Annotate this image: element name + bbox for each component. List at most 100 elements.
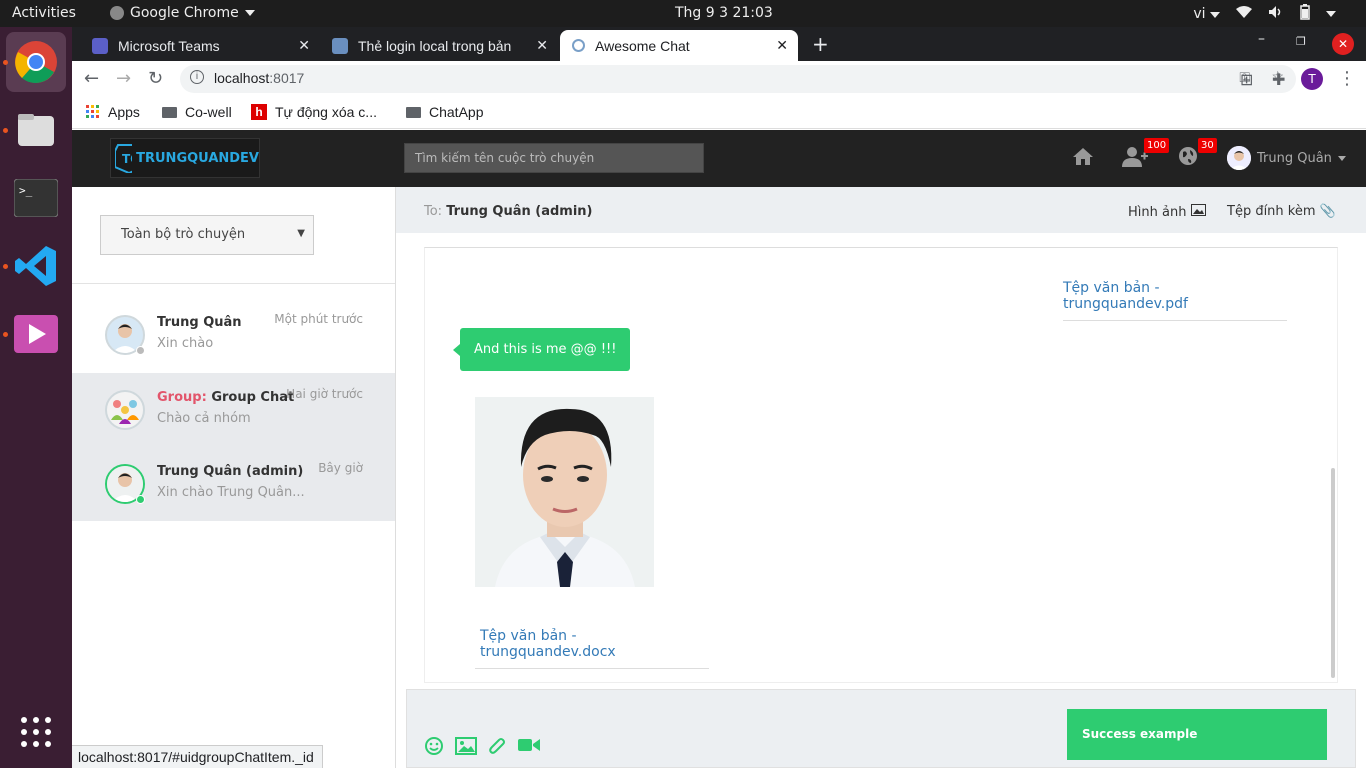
dock-vscode[interactable] xyxy=(6,236,66,296)
tab-microsoft-teams[interactable]: Microsoft Teams ✕ xyxy=(80,30,320,61)
caret-down-icon xyxy=(1337,155,1346,161)
info-icon[interactable]: i xyxy=(190,70,204,84)
chat-panel: To: Trung Quân (admin) Hình ảnh Tệp đính… xyxy=(396,187,1366,768)
status-bar-url: localhost:8017/#uidgroupChatItem._id xyxy=(72,745,323,768)
address-bar[interactable]: i localhost:8017 ⚿ ☆ xyxy=(180,65,1296,93)
conversation-item[interactable]: Trung Quân Một phút trước Xin chào xyxy=(72,298,395,372)
system-tray[interactable]: vi xyxy=(1193,4,1336,24)
site-logo[interactable]: TQ TRUNGQUANDEV xyxy=(110,138,260,178)
bookmarks-bar: Apps Co-well h Tự động xóa c... ChatApp xyxy=(72,97,1366,129)
profile-avatar[interactable]: T xyxy=(1301,68,1323,90)
running-indicator xyxy=(3,128,8,133)
dock-chrome[interactable] xyxy=(6,32,66,92)
group-label: Group: xyxy=(157,390,207,405)
svg-text:TQ: TQ xyxy=(122,152,132,166)
conversation-preview: Xin chào Trung Quân... xyxy=(157,485,305,500)
activities-button[interactable]: Activities xyxy=(12,5,76,21)
close-icon[interactable]: ✕ xyxy=(298,37,310,54)
battery-icon xyxy=(1300,4,1310,24)
attach-image-icon[interactable] xyxy=(455,737,477,760)
maximize-button[interactable]: ❐ xyxy=(1296,35,1306,48)
group-avatar xyxy=(105,390,145,430)
forward-button[interactable]: → xyxy=(116,68,131,89)
close-window-button[interactable]: ✕ xyxy=(1332,33,1354,55)
h-logo-icon: h xyxy=(251,104,267,120)
user-name: Trung Quân xyxy=(1257,150,1332,166)
teams-icon xyxy=(92,37,108,54)
show-apps-button[interactable] xyxy=(6,702,66,762)
success-toast[interactable]: Success example xyxy=(1067,709,1327,760)
url-host: localhost xyxy=(214,70,270,86)
system-top-bar: Activities Google Chrome Thg 9 3 21:03 v… xyxy=(0,0,1366,27)
close-icon[interactable]: ✕ xyxy=(536,37,548,54)
vscode-icon xyxy=(15,246,56,286)
app-menu[interactable]: Google Chrome xyxy=(110,5,255,21)
tab-login-local[interactable]: Thẻ login local trong bản ✕ xyxy=(320,30,558,61)
clock[interactable]: Thg 9 3 21:03 xyxy=(675,5,773,21)
logo-text: TRUNGQUANDEV xyxy=(136,150,259,166)
bookmark-auto-delete[interactable]: h Tự động xóa c... xyxy=(251,104,377,120)
file-attachment-pdf[interactable]: Tệp văn bản - trungquandev.pdf xyxy=(1063,280,1287,321)
conversation-item-group[interactable]: Group: Group Chat Hai giờ trước Chào cả … xyxy=(72,373,395,447)
back-button[interactable]: ← xyxy=(84,68,99,89)
text-message-bubble: And this is me @@ !!! xyxy=(452,328,631,371)
globe-notification-icon[interactable] xyxy=(1178,146,1198,171)
conversation-filter-select[interactable]: Toàn bộ trò chuyện ▼ xyxy=(100,215,314,255)
volume-icon xyxy=(1268,5,1284,23)
dock-video[interactable] xyxy=(6,304,66,364)
conversation-time: Hai giờ trước xyxy=(286,387,363,401)
language-indicator[interactable]: vi xyxy=(1193,6,1220,22)
chrome-icon xyxy=(15,41,57,83)
conversation-item-active[interactable]: Trung Quân (admin) Bây giờ Xin chào Trun… xyxy=(72,447,395,521)
globe-icon xyxy=(572,39,585,52)
emoji-icon[interactable] xyxy=(425,737,443,760)
new-tab-button[interactable]: + xyxy=(812,32,829,56)
kebab-menu-icon[interactable]: ⋮ xyxy=(1338,68,1356,89)
minimize-button[interactable]: – xyxy=(1258,31,1265,47)
home-icon[interactable] xyxy=(1072,146,1094,171)
svg-text:>_: >_ xyxy=(19,184,33,197)
message-composer[interactable]: Success example xyxy=(406,689,1356,768)
video-call-icon[interactable] xyxy=(518,737,540,758)
running-indicator xyxy=(3,332,8,337)
message-list[interactable]: Tệp văn bản - trungquandev.pdf And this … xyxy=(424,247,1338,683)
chevron-down-icon: ▼ xyxy=(297,228,305,239)
contact-request-badge: 100 xyxy=(1144,138,1170,153)
puzzle-icon[interactable]: ✚ xyxy=(1272,70,1285,89)
dock-terminal[interactable]: >_ xyxy=(6,168,66,228)
url-port: :8017 xyxy=(269,70,305,86)
board-icon xyxy=(332,37,348,54)
file-attachment-docx[interactable]: Tệp văn bản - trungquandev.docx xyxy=(475,628,709,669)
files-icon xyxy=(18,114,54,146)
conversation-time: Một phút trước xyxy=(274,312,363,326)
user-menu[interactable]: Trung Quân xyxy=(1227,146,1346,170)
chevron-down-icon xyxy=(1326,11,1336,17)
extension-grid-icon[interactable]: ⊞ xyxy=(1240,70,1253,89)
notification-badge: 30 xyxy=(1198,138,1217,153)
bookmark-apps[interactable]: Apps xyxy=(86,104,140,120)
image-icon xyxy=(1190,204,1206,216)
user-avatar xyxy=(1227,146,1251,170)
filter-selected-value: Toàn bộ trò chuyện xyxy=(121,227,246,242)
dock-files[interactable] xyxy=(6,100,66,160)
attach-file-icon[interactable] xyxy=(489,737,507,760)
bookmark-chatapp[interactable]: ChatApp xyxy=(406,104,483,120)
close-icon[interactable]: ✕ xyxy=(776,37,788,54)
images-link[interactable]: Hình ảnh xyxy=(1128,204,1206,220)
online-status-dot xyxy=(136,495,145,504)
attachments-link[interactable]: Tệp đính kèm 📎 xyxy=(1227,204,1336,219)
tab-awesome-chat[interactable]: Awesome Chat ✕ xyxy=(560,30,798,61)
app-navbar: TQ TRUNGQUANDEV Tìm kiếm tên cuộc trò ch… xyxy=(72,130,1366,187)
tab-strip: Microsoft Teams ✕ Thẻ login local trong … xyxy=(72,27,1366,61)
offline-status-dot xyxy=(136,346,145,355)
bookmark-co-well[interactable]: Co-well xyxy=(162,104,232,120)
folder-icon xyxy=(162,106,177,118)
conversation-name: Trung Quân xyxy=(157,315,242,330)
video-player-icon xyxy=(14,315,58,353)
running-indicator xyxy=(3,60,8,65)
paperclip-icon: 📎 xyxy=(1319,204,1336,219)
conversation-search-input[interactable]: Tìm kiếm tên cuộc trò chuyện xyxy=(404,143,704,173)
scrollbar-thumb[interactable] xyxy=(1331,468,1335,678)
image-message[interactable] xyxy=(475,397,654,587)
reload-button[interactable]: ↻ xyxy=(148,68,163,89)
